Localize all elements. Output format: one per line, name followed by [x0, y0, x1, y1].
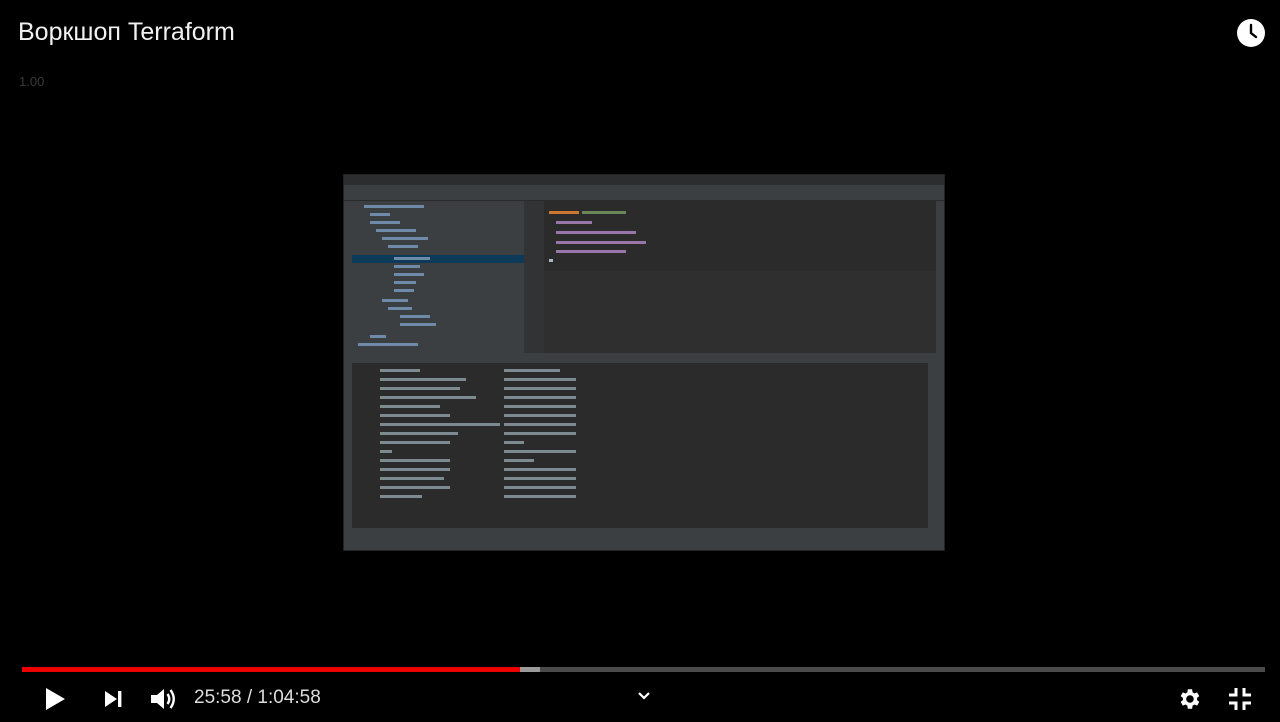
video-title: Воркшоп Terraform	[18, 18, 235, 46]
next-icon	[105, 691, 122, 707]
volume-button[interactable]	[145, 682, 181, 716]
volume-icon	[151, 689, 175, 709]
video-frame-image	[344, 175, 944, 550]
video-player[interactable]	[344, 175, 944, 550]
watch-later-button[interactable]	[1236, 18, 1266, 48]
next-button[interactable]	[98, 684, 128, 714]
settings-button[interactable]	[1173, 683, 1205, 715]
progress-bar[interactable]	[22, 667, 1265, 672]
exit-fullscreen-button[interactable]	[1224, 683, 1256, 715]
chevron-down-icon	[638, 692, 650, 700]
progress-played	[22, 667, 521, 672]
chapters-button[interactable]	[634, 686, 654, 706]
duration: 1:04:58	[257, 687, 321, 708]
playback-speed-label: 1.00	[19, 74, 45, 89]
play-button[interactable]	[38, 682, 72, 716]
exit-fullscreen-icon	[1229, 688, 1251, 710]
current-time: 25:58	[194, 687, 242, 708]
gear-icon	[1180, 689, 1200, 709]
play-icon	[46, 688, 65, 710]
clock-icon	[1237, 19, 1265, 47]
time-separator: /	[241, 687, 258, 708]
time-display: 25:58 / 1:04:58	[194, 687, 321, 709]
